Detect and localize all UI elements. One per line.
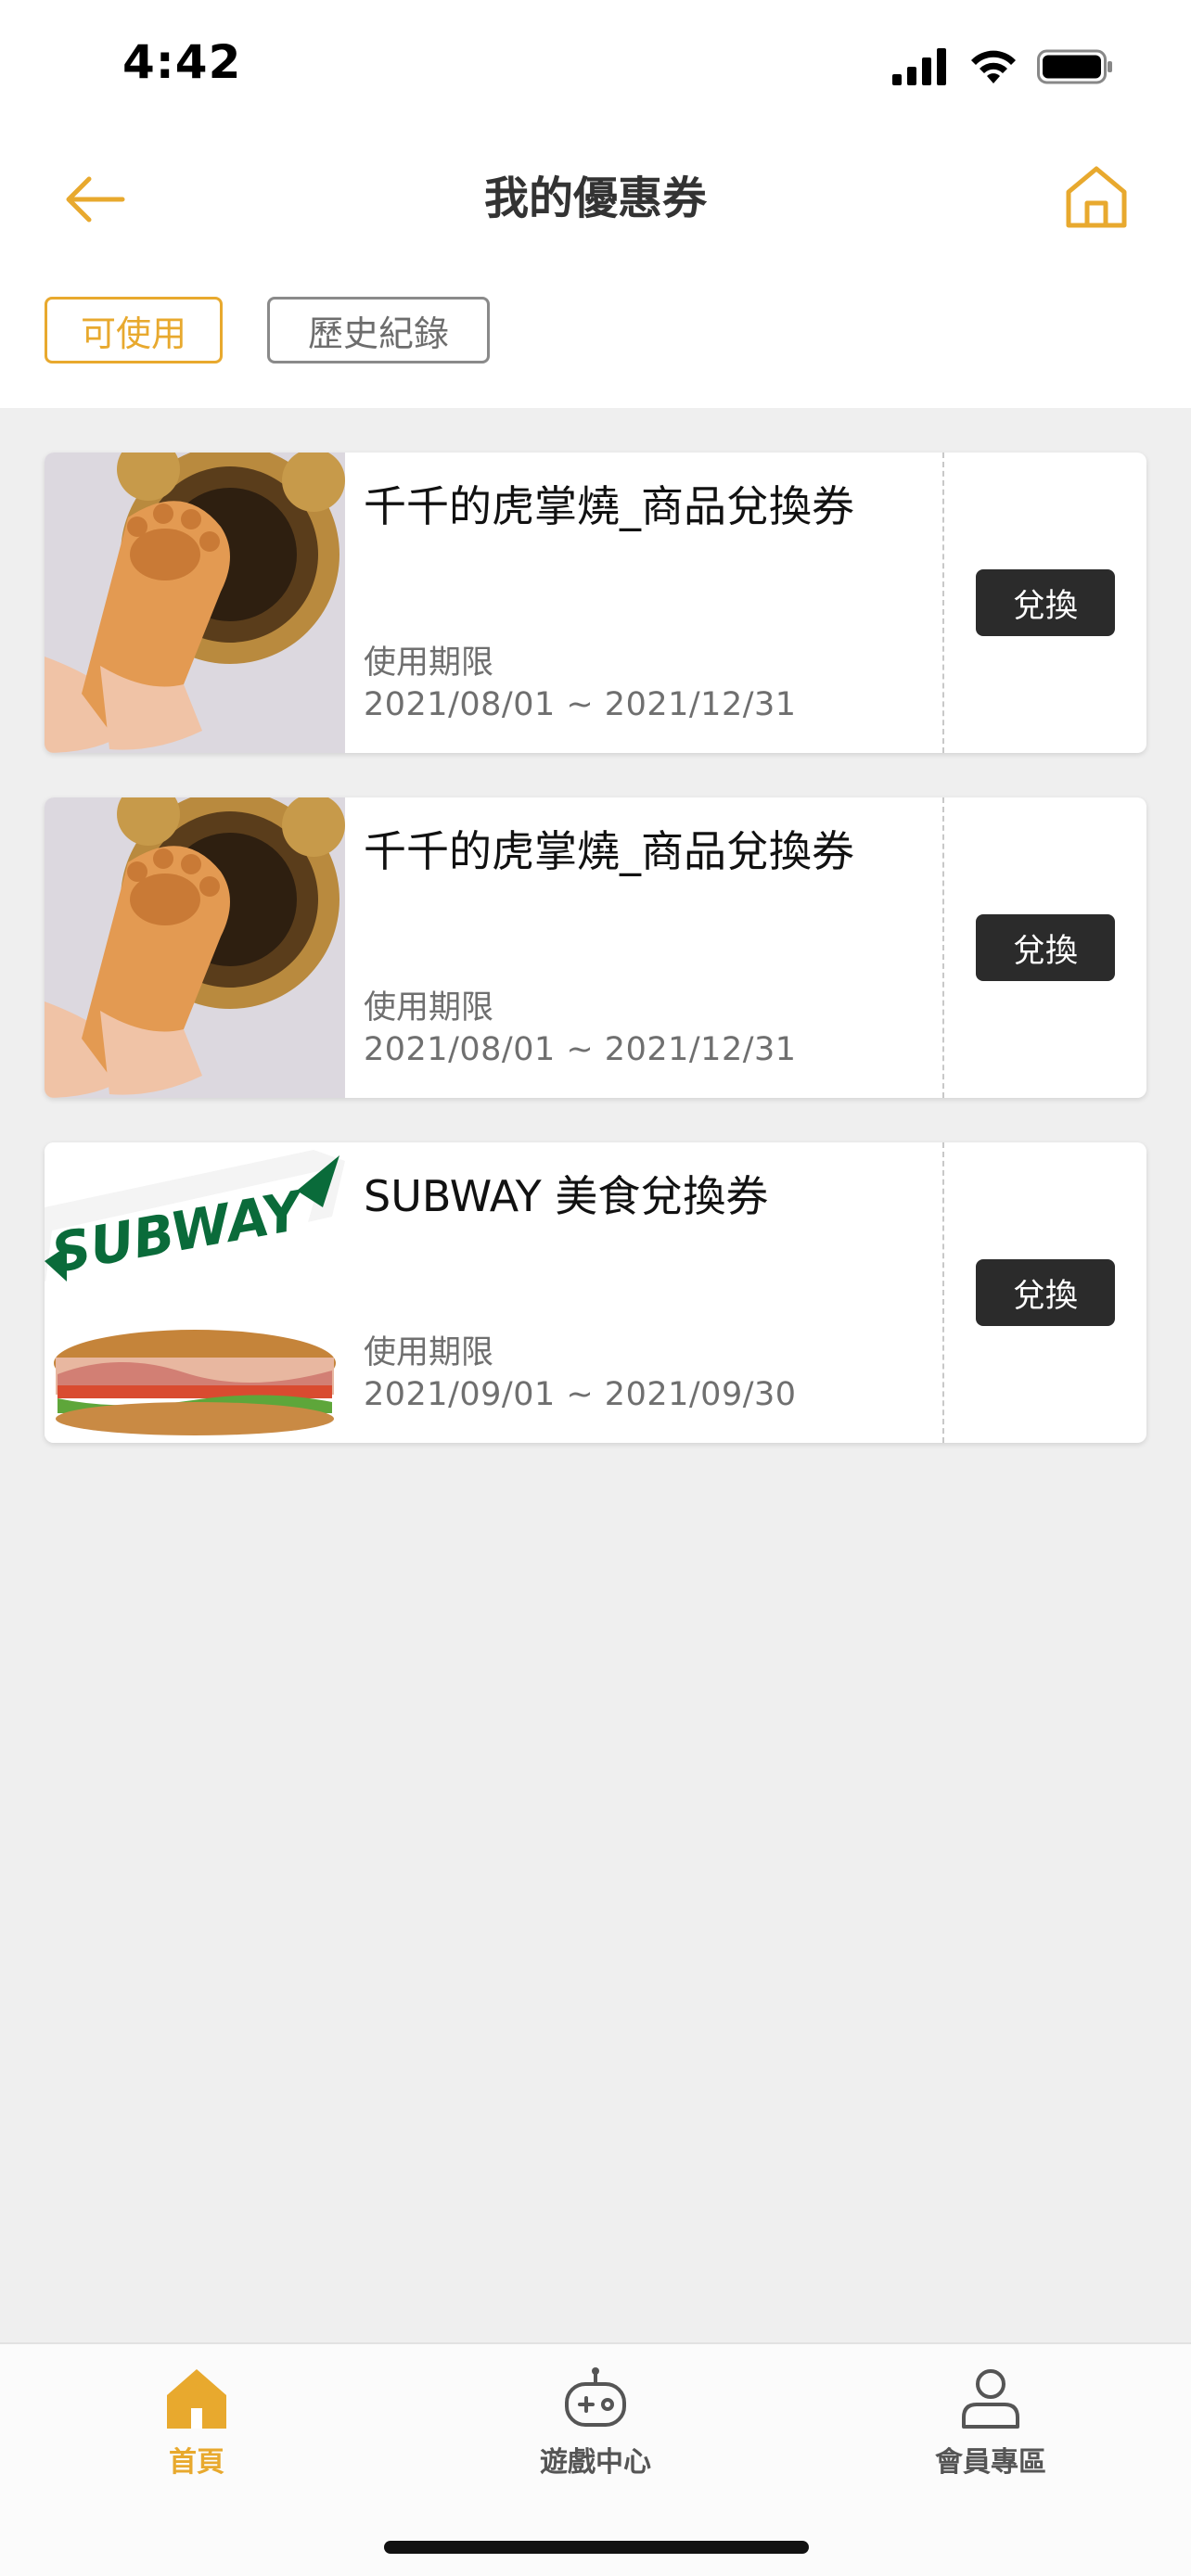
nav-label: 首頁 [169,2446,224,2479]
user-icon [955,2363,1026,2433]
nav-label: 會員專區 [935,2446,1046,2479]
wifi-icon [971,50,1016,83]
redeem-button[interactable]: 兌換 [976,914,1115,981]
gamepad-icon [560,2363,631,2433]
home-outline-icon [1066,166,1127,228]
tab-history[interactable]: 歷史紀錄 [267,297,490,363]
home-icon [161,2363,232,2433]
validity-label: 使用期限 [364,1334,494,1371]
coupon-image-tiger-paw-cake [45,453,345,753]
coupon-list: 千千的虎掌燒_商品兌換券 使用期限 2021/08/01 ~ 2021/12/3… [45,453,1146,1487]
home-indicator [384,2541,809,2554]
validity-range: 2021/08/01 ~ 2021/12/31 [364,686,797,723]
coupon-card[interactable]: 千千的虎掌燒_商品兌換券 使用期限 2021/08/01 ~ 2021/12/3… [45,797,1146,1098]
battery-icon [1037,49,1112,84]
coupon-divider [942,1142,944,1443]
coupon-card[interactable]: 千千的虎掌燒_商品兌換券 使用期限 2021/08/01 ~ 2021/12/3… [45,453,1146,753]
redeem-button[interactable]: 兌換 [976,569,1115,636]
status-bar: 4:42 [0,0,1191,132]
validity-range: 2021/09/01 ~ 2021/09/30 [364,1376,797,1413]
tab-available[interactable]: 可使用 [45,297,223,363]
coupon-divider [942,797,944,1098]
coupon-title: 千千的虎掌燒_商品兌換券 [364,481,854,531]
cellular-signal-icon [892,48,946,85]
coupon-image-subway-sandwich: SUBWAY [45,1142,345,1443]
nav-item-member[interactable]: 會員專區 [870,2363,1111,2480]
validity-label: 使用期限 [364,989,494,1027]
coupon-divider [942,453,944,753]
screen: 4:42 我的優惠券 可使用 歷史紀錄 千千的虎掌燒_商品兌換券 使用期限 20… [0,0,1191,2576]
header: 我的優惠券 [0,132,1191,276]
home-button[interactable] [1059,159,1133,234]
coupon-image-tiger-paw-cake [45,797,345,1098]
nav-item-game-center[interactable]: 遊戲中心 [475,2363,716,2480]
coupon-card[interactable]: SUBWAY SUBWAY 美食兌換券 使用期限 2021/09/01 ~ 20… [45,1142,1146,1443]
status-time: 4:42 [122,35,242,89]
coupon-title: SUBWAY 美食兌換券 [364,1171,769,1221]
redeem-button[interactable]: 兌換 [976,1259,1115,1326]
tabs-bar: 可使用 歷史紀錄 [0,276,1191,408]
status-icons [892,46,1113,87]
page-title: 我的優惠券 [483,172,707,224]
validity-range: 2021/08/01 ~ 2021/12/31 [364,1031,797,1068]
nav-item-home[interactable]: 首頁 [76,2363,317,2480]
validity-label: 使用期限 [364,644,494,682]
nav-label: 遊戲中心 [540,2446,651,2479]
coupon-title: 千千的虎掌燒_商品兌換券 [364,826,854,876]
